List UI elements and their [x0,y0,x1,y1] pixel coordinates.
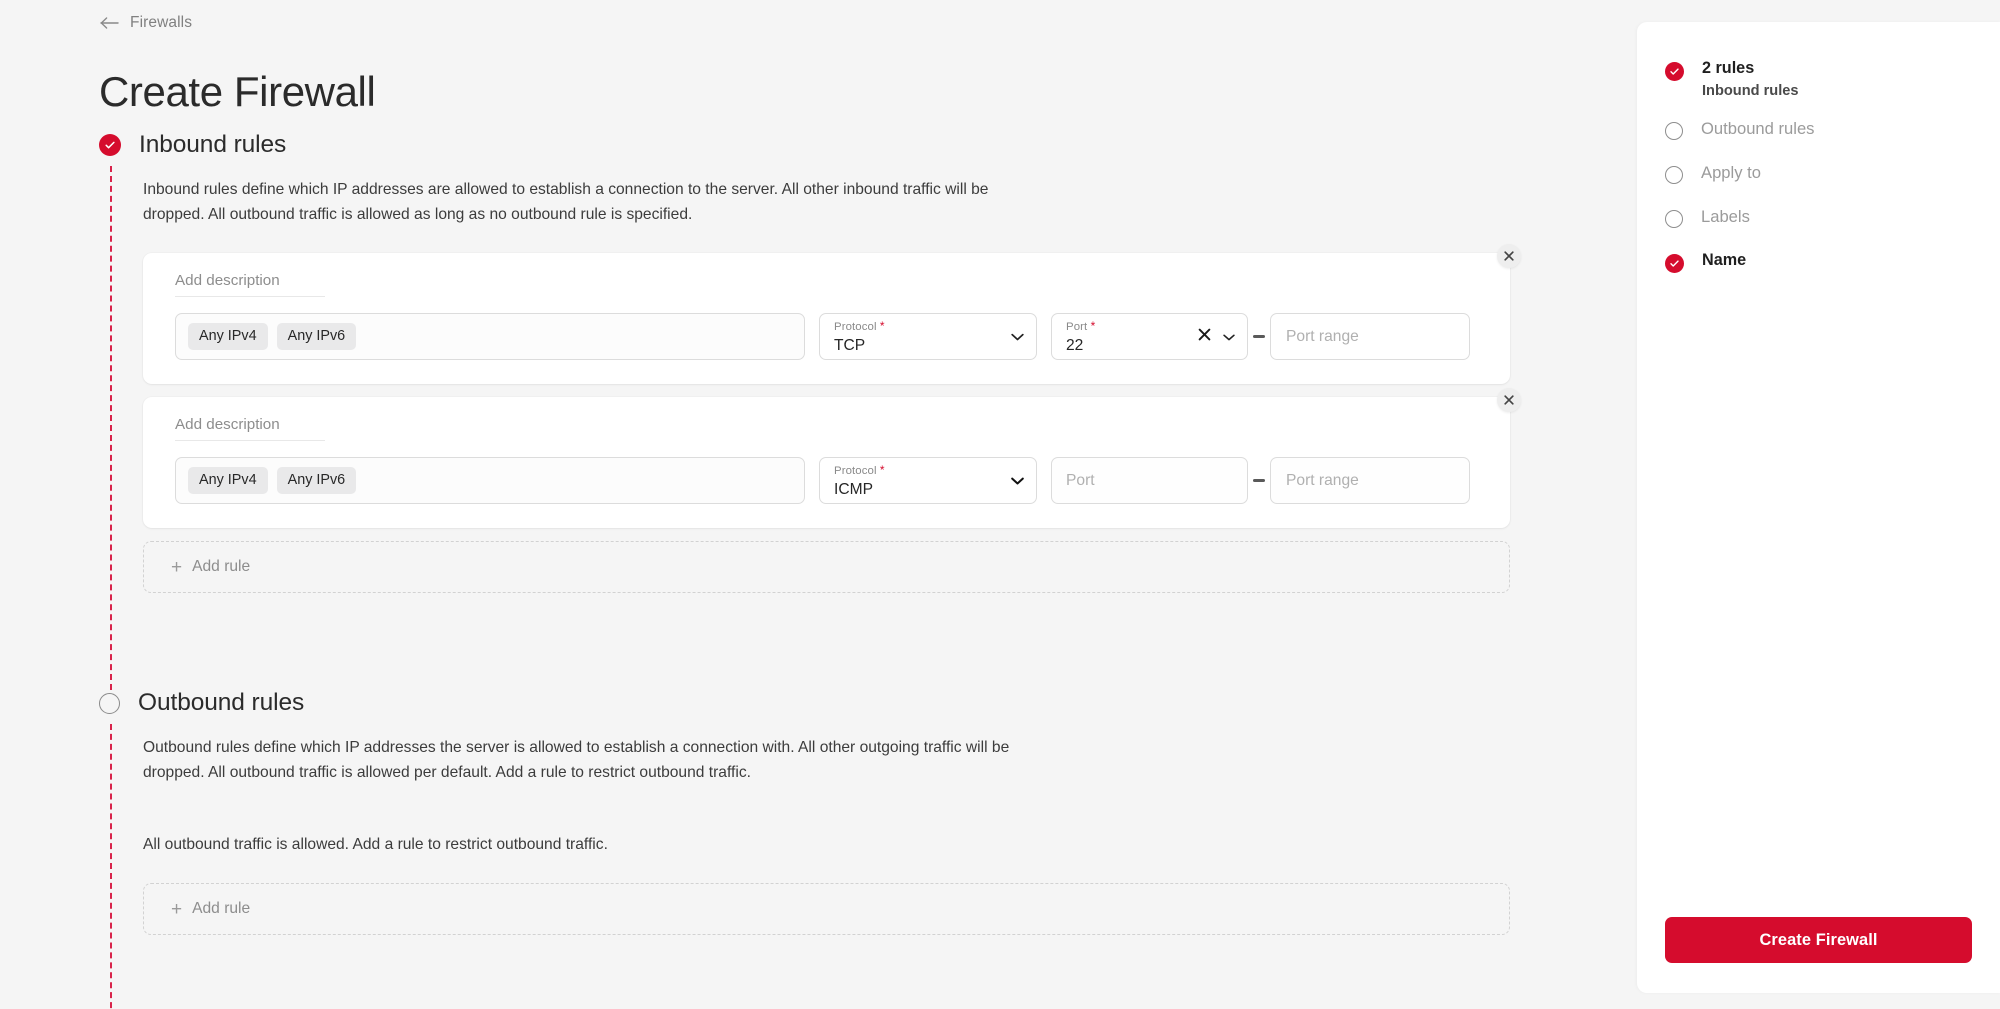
create-firewall-button[interactable]: Create Firewall [1665,917,1972,963]
section-outbound-title: Outbound rules [138,689,305,716]
rule-description-input[interactable]: Add description [175,416,325,442]
sidebar-step-apply-to[interactable]: Apply to [1665,162,2000,206]
protocol-label: Protocol * [834,319,885,334]
protocol-select[interactable]: Protocol * TCP [819,313,1037,361]
clear-icon[interactable] [1198,328,1211,346]
close-icon[interactable] [1497,388,1521,413]
empty-circle-icon [99,692,120,714]
breadcrumb-back-link[interactable]: Firewalls [100,14,192,32]
ip-tag[interactable]: Any IPv4 [188,466,268,495]
sidebar-step-title: 2 rules [1702,59,1755,77]
protocol-value: ICMP [834,481,873,499]
sidebar-step-outbound-rules[interactable]: Outbound rules [1665,118,2000,162]
plus-icon: + [171,898,183,920]
port-range-input[interactable]: Port range [1270,313,1470,361]
sidebar-step-name[interactable]: Name [1665,250,2000,294]
outbound-description: Outbound rules define which IP addresses… [143,739,1010,781]
add-rule-label: Add rule [192,558,251,576]
breadcrumb-label: Firewalls [130,14,193,31]
steps-sidebar: 2 rules Inbound rules Outbound rules App… [1637,22,2000,993]
port-range-placeholder: Port range [1286,471,1359,489]
empty-circle-icon [1665,210,1683,228]
add-inbound-rule-button[interactable]: + Add rule [143,541,1510,594]
protocol-select[interactable]: Protocol * ICMP [819,457,1037,505]
sidebar-step-inbound-rules[interactable]: 2 rules Inbound rules [1665,58,2000,102]
port-range-input: Port range [1270,457,1470,505]
main-content: Firewalls Create Firewall Inbound rules … [0,0,1637,1009]
arrow-left-icon [100,16,120,30]
ip-tag[interactable]: Any IPv4 [188,322,268,351]
ip-tag[interactable]: Any IPv6 [276,466,357,495]
section-outbound-header[interactable]: Outbound rules [99,688,1510,718]
create-firewall-page: Firewalls Create Firewall Inbound rules … [0,0,2000,1009]
section-inbound-title: Inbound rules [139,131,287,158]
empty-circle-icon [1665,122,1683,140]
check-circle-icon [1665,62,1684,81]
add-outbound-rule-button[interactable]: + Add rule [143,883,1510,936]
steps-list: 2 rules Inbound rules Outbound rules App… [1637,22,2000,294]
port-range-separator [1248,313,1270,360]
check-circle-icon [99,134,121,156]
inbound-rule-card: Add description Any IPv4 Any IPv6 Protoc… [143,244,1521,385]
port-range-placeholder: Port range [1286,327,1359,345]
section-inbound-body: Inbound rules define which IP addresses … [110,160,1521,690]
section-inbound-header[interactable]: Inbound rules [99,130,1510,160]
sidebar-footer: Create Firewall [1637,917,2000,993]
source-ips-input[interactable]: Any IPv4 Any IPv6 [175,313,805,361]
outbound-status-text: All outbound traffic is allowed. Add a r… [143,836,608,854]
rule-row: Any IPv4 Any IPv6 Protocol * TCP Port * … [175,313,1486,361]
protocol-label: Protocol * [834,463,885,478]
sidebar-step-subtitle: Inbound rules [1702,83,1799,99]
sidebar-step-labels[interactable]: Labels [1665,206,2000,250]
section-inbound-rules: Inbound rules Inbound rules define which… [99,130,1521,690]
empty-circle-icon [1665,166,1683,184]
ip-tag[interactable]: Any IPv6 [276,322,357,351]
sidebar-step-title: Labels [1701,207,1750,226]
plus-icon: + [171,556,183,578]
inbound-description: Inbound rules define which IP addresses … [143,181,989,223]
section-outbound-body: Outbound rules define which IP addresses… [110,718,1510,1009]
inbound-rules-list: Add description Any IPv4 Any IPv6 Protoc… [143,244,1521,594]
sidebar-step-title: Name [1702,251,1747,269]
inbound-rule-card: Add description Any IPv4 Any IPv6 Protoc… [143,388,1521,529]
port-input[interactable]: Port * 22 [1051,313,1248,361]
protocol-value: TCP [834,337,866,355]
close-icon[interactable] [1497,244,1521,269]
sidebar-step-title: Outbound rules [1701,119,1815,138]
port-input: Port [1051,457,1248,505]
add-rule-label: Add rule [192,900,251,918]
port-placeholder: Port [1066,471,1095,489]
check-circle-icon [1665,254,1684,273]
port-range-separator [1248,457,1270,504]
rule-row: Any IPv4 Any IPv6 Protocol * ICMP Port P… [175,457,1486,505]
rule-description-input[interactable]: Add description [175,272,325,298]
section-outbound-rules: Outbound rules Outbound rules define whi… [99,688,1510,1009]
sidebar-step-title: Apply to [1701,163,1761,182]
source-ips-input[interactable]: Any IPv4 Any IPv6 [175,457,805,505]
page-title: Create Firewall [99,68,376,116]
